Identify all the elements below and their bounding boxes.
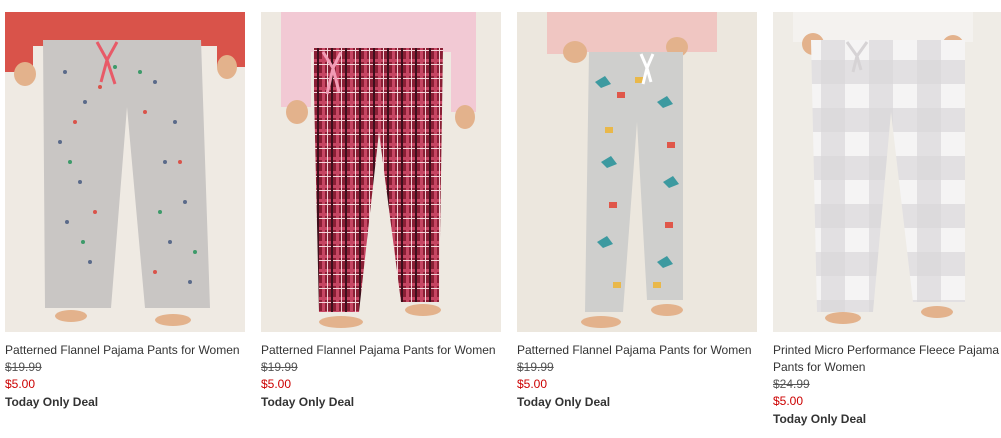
product-title[interactable]: Printed Micro Performance Fleece Pajama … bbox=[773, 342, 1001, 376]
product-title[interactable]: Patterned Flannel Pajama Pants for Women bbox=[261, 342, 501, 359]
product-card: Patterned Flannel Pajama Pants for Women… bbox=[517, 12, 757, 411]
product-title[interactable]: Patterned Flannel Pajama Pants for Women bbox=[517, 342, 757, 359]
product-title[interactable]: Patterned Flannel Pajama Pants for Women bbox=[5, 342, 245, 359]
sale-price: $5.00 bbox=[517, 377, 548, 391]
original-price: $19.99 bbox=[517, 360, 554, 374]
original-price: $24.99 bbox=[773, 377, 810, 391]
deal-badge: Today Only Deal bbox=[517, 395, 611, 409]
sale-price: $5.00 bbox=[261, 377, 292, 391]
product-image[interactable] bbox=[5, 12, 245, 332]
sale-price: $5.00 bbox=[5, 377, 36, 391]
product-card: Patterned Flannel Pajama Pants for Women… bbox=[261, 12, 501, 411]
product-card: Printed Micro Performance Fleece Pajama … bbox=[773, 12, 1001, 428]
deal-badge: Today Only Deal bbox=[5, 395, 99, 409]
product-image[interactable] bbox=[773, 12, 1001, 332]
sale-price: $5.00 bbox=[773, 394, 804, 408]
product-image[interactable] bbox=[261, 12, 501, 332]
product-image[interactable] bbox=[517, 12, 757, 332]
deal-badge: Today Only Deal bbox=[773, 412, 867, 426]
deal-badge: Today Only Deal bbox=[261, 395, 355, 409]
original-price: $19.99 bbox=[261, 360, 298, 374]
original-price: $19.99 bbox=[5, 360, 42, 374]
product-card: Patterned Flannel Pajama Pants for Women… bbox=[5, 12, 245, 411]
